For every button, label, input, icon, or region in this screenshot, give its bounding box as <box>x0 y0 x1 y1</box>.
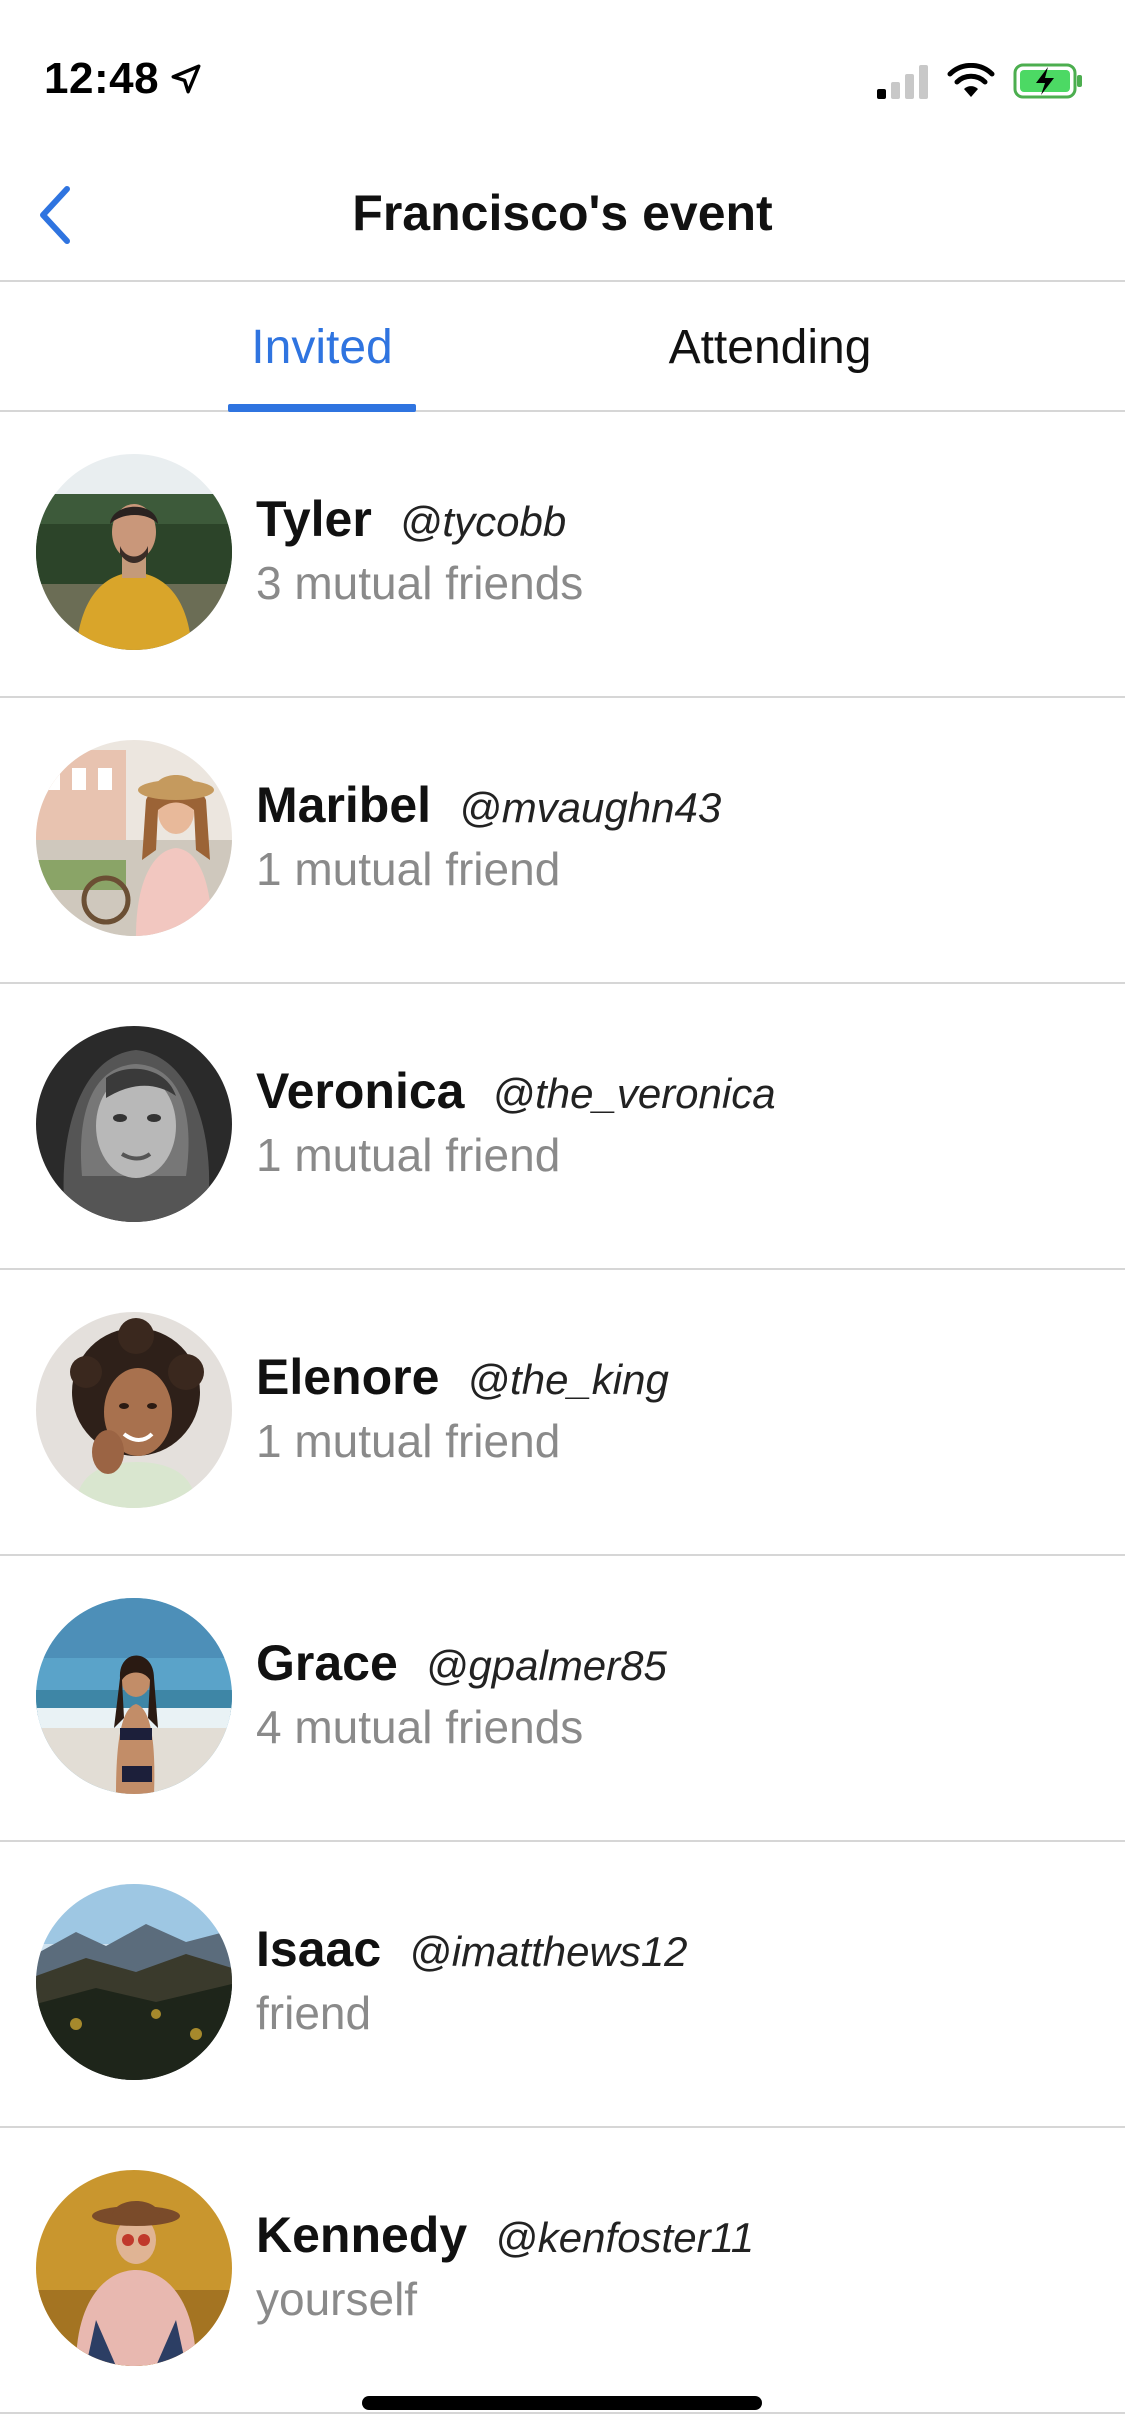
avatar <box>36 1598 232 1794</box>
wifi-icon <box>947 63 995 97</box>
list-item-isaac[interactable]: Isaac @imatthews12 friend <box>0 1842 1125 2128</box>
person-name: Tyler <box>256 491 372 547</box>
avatar <box>36 1312 232 1508</box>
list-item-elenore[interactable]: Elenore @the_king 1 mutual friend <box>0 1270 1125 1556</box>
person-photo-icon <box>36 1026 232 1222</box>
list-item-tyler[interactable]: Tyler @tycobb 3 mutual friends <box>0 412 1125 698</box>
person-name: Kennedy <box>256 2207 468 2263</box>
avatar <box>36 1884 232 2080</box>
avatar <box>36 454 232 650</box>
list-item-text: Veronica @the_veronica 1 mutual friend <box>256 1062 1095 1182</box>
person-handle: @the_veronica <box>492 1070 776 1117</box>
landscape-photo-icon <box>36 1884 232 2080</box>
person-handle: @the_king <box>467 1356 669 1403</box>
tab-attending[interactable]: Attending <box>640 282 900 412</box>
list-item-header: Isaac @imatthews12 <box>256 1920 1095 1978</box>
mutual-friends-text: 1 mutual friend <box>256 1129 561 1181</box>
mutual-friends-text: 1 mutual friend <box>256 1415 561 1467</box>
list-item-kennedy[interactable]: Kennedy @kenfoster11 yourself <box>0 2128 1125 2414</box>
list-item-header: Elenore @the_king <box>256 1348 1095 1406</box>
people-list: Tyler @tycobb 3 mutual friends Maribel @… <box>0 412 1125 2414</box>
list-item-header: Veronica @the_veronica <box>256 1062 1095 1120</box>
list-item-veronica[interactable]: Veronica @the_veronica 1 mutual friend <box>0 984 1125 1270</box>
navigation-bar: Francisco's event <box>0 140 1125 282</box>
list-item-text: Isaac @imatthews12 friend <box>256 1920 1095 2040</box>
list-item-header: Kennedy @kenfoster11 <box>256 2206 1095 2264</box>
avatar <box>36 1026 232 1222</box>
list-item-text: Tyler @tycobb 3 mutual friends <box>256 490 1095 610</box>
mutual-friends-text: 1 mutual friend <box>256 843 561 895</box>
person-name: Grace <box>256 1635 398 1691</box>
list-item-text: Kennedy @kenfoster11 yourself <box>256 2206 1095 2326</box>
status-bar: 12:48 <box>0 0 1125 140</box>
person-photo-icon <box>36 1598 232 1794</box>
person-photo-icon <box>36 740 232 936</box>
status-indicators <box>877 62 1085 100</box>
person-handle: @gpalmer85 <box>425 1642 667 1689</box>
home-indicator[interactable] <box>362 2396 762 2410</box>
tab-invited[interactable]: Invited <box>228 282 416 412</box>
person-name: Isaac <box>256 1921 382 1977</box>
person-photo-icon <box>36 2170 232 2366</box>
relationship-text: friend <box>256 1987 372 2039</box>
location-arrow-icon <box>171 64 201 94</box>
person-handle: @imatthews12 <box>409 1928 688 1975</box>
person-handle: @kenfoster11 <box>495 2214 755 2261</box>
person-handle: @tycobb <box>399 498 567 545</box>
event-invitees-screen: 12:48 Francisco's event Invited Attendin… <box>0 0 1125 2436</box>
person-photo-icon <box>36 454 232 650</box>
avatar <box>36 2170 232 2366</box>
mutual-friends-text: 4 mutual friends <box>256 1701 584 1753</box>
list-item-text: Elenore @the_king 1 mutual friend <box>256 1348 1095 1468</box>
page-title: Francisco's event <box>352 185 773 241</box>
list-item-header: Tyler @tycobb <box>256 490 1095 548</box>
relationship-text: yourself <box>256 2273 418 2325</box>
battery-charging-icon <box>1013 63 1082 99</box>
list-item-header: Grace @gpalmer85 <box>256 1634 1095 1692</box>
list-item-text: Grace @gpalmer85 4 mutual friends <box>256 1634 1095 1754</box>
person-handle: @mvaughn43 <box>459 784 722 831</box>
cellular-signal-icon <box>877 65 928 99</box>
list-item-header: Maribel @mvaughn43 <box>256 776 1095 834</box>
tab-bar: Invited Attending <box>0 282 1125 412</box>
status-time-text: 12:48 <box>44 54 160 103</box>
list-item-text: Maribel @mvaughn43 1 mutual friend <box>256 776 1095 896</box>
person-name: Maribel <box>256 777 432 833</box>
list-item-maribel[interactable]: Maribel @mvaughn43 1 mutual friend <box>0 698 1125 984</box>
avatar <box>36 740 232 936</box>
person-name: Elenore <box>256 1349 440 1405</box>
status-time: 12:48 <box>44 54 203 104</box>
active-tab-indicator <box>228 404 416 412</box>
mutual-friends-text: 3 mutual friends <box>256 557 584 609</box>
person-photo-icon <box>36 1312 232 1508</box>
person-name: Veronica <box>256 1063 465 1119</box>
list-item-grace[interactable]: Grace @gpalmer85 4 mutual friends <box>0 1556 1125 1842</box>
